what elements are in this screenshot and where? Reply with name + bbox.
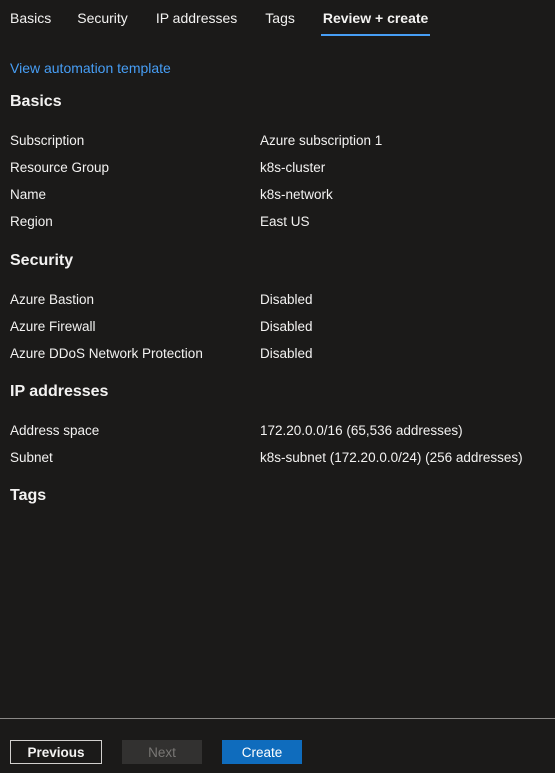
- row-value: Disabled: [260, 292, 313, 307]
- row-label: Azure Bastion: [10, 292, 95, 307]
- footer-divider: [0, 718, 555, 719]
- tab-ip-addresses[interactable]: IP addresses: [156, 0, 237, 36]
- create-button[interactable]: Create: [222, 740, 302, 764]
- row-label: Azure DDoS Network Protection: [10, 346, 203, 361]
- row-label: Resource Group: [10, 160, 110, 175]
- row-value: Disabled: [260, 346, 313, 361]
- row-label: Azure Firewall: [10, 319, 96, 334]
- row-value: k8s-subnet (172.20.0.0/24) (256 addresse…: [260, 450, 523, 465]
- tab-tags[interactable]: Tags: [265, 0, 295, 36]
- row-label: Name: [10, 187, 47, 202]
- row-value: k8s-network: [260, 187, 333, 202]
- row-value: Azure subscription 1: [260, 133, 383, 148]
- section-title-security: Security: [10, 252, 74, 269]
- view-automation-template-link[interactable]: View automation template: [10, 60, 171, 76]
- row-label: Subscription: [10, 133, 85, 148]
- tab-security[interactable]: Security: [77, 0, 128, 36]
- section-title-basics: Basics: [10, 93, 62, 110]
- row-label: Address space: [10, 423, 100, 438]
- section-title-ip-addresses: IP addresses: [10, 383, 109, 400]
- wizard-tabs: Basics Security IP addresses Tags Review…: [0, 0, 555, 36]
- section-title-tags: Tags: [10, 487, 47, 504]
- row-label: Subnet: [10, 450, 53, 465]
- next-button[interactable]: Next: [122, 740, 202, 764]
- previous-button[interactable]: Previous: [10, 740, 102, 764]
- row-value: East US: [260, 214, 310, 229]
- row-value: Disabled: [260, 319, 313, 334]
- tab-basics[interactable]: Basics: [10, 0, 51, 36]
- tab-review-create[interactable]: Review + create: [320, 0, 431, 36]
- row-value: k8s-cluster: [260, 160, 326, 175]
- row-label: Region: [10, 214, 53, 229]
- row-value: 172.20.0.0/16 (65,536 addresses): [260, 423, 463, 438]
